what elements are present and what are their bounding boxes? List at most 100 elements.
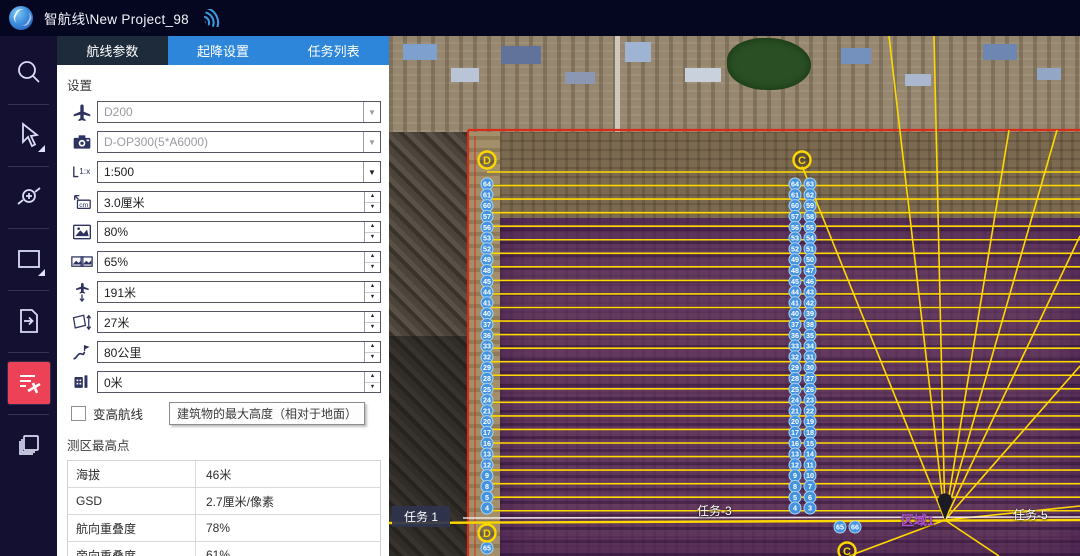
svg-text:28: 28 xyxy=(483,374,491,383)
svg-text:16: 16 xyxy=(483,439,491,448)
svg-text:10: 10 xyxy=(806,471,814,480)
draw-area-tool-button[interactable] xyxy=(0,228,57,290)
table-row: GSD 2.7厘米/像素 xyxy=(68,488,380,515)
svg-text:49: 49 xyxy=(791,255,799,264)
task-label-1[interactable]: 任务 1 xyxy=(392,506,450,527)
spinner-buttons[interactable]: ▲▼ xyxy=(364,372,380,392)
building-height-tooltip: 建筑物的最大高度（相对于地面） xyxy=(169,402,365,425)
transit-line xyxy=(945,130,1057,520)
tab-route-params[interactable]: 航线参数 xyxy=(57,36,168,65)
scale-select[interactable]: 1:500 ▼ xyxy=(97,161,381,183)
gsd-input[interactable]: 3.0厘米 ▲▼ xyxy=(97,191,381,213)
spinner-buttons[interactable]: ▲▼ xyxy=(364,192,380,212)
tool-sidebar xyxy=(0,36,57,556)
building-height-input[interactable]: 0米 ▲▼ xyxy=(97,371,381,393)
forward-overlap-input[interactable]: 80% ▲▼ xyxy=(97,221,381,243)
svg-text:9: 9 xyxy=(485,471,489,480)
search-tool-button[interactable] xyxy=(0,42,57,104)
terrain-height-input[interactable]: 27米 ▲▼ xyxy=(97,311,381,333)
svg-text:57: 57 xyxy=(791,212,799,221)
spinner-buttons[interactable]: ▲▼ xyxy=(364,222,380,242)
gsd-icon: cm xyxy=(67,192,97,212)
import-tool-button[interactable] xyxy=(0,290,57,352)
svg-text:22: 22 xyxy=(806,406,814,415)
svg-text:15: 15 xyxy=(806,439,814,448)
svg-text:64: 64 xyxy=(483,180,491,189)
field-building-height: 0米 ▲▼ xyxy=(67,371,381,393)
svg-text:13: 13 xyxy=(483,450,491,459)
svg-text:37: 37 xyxy=(791,320,799,329)
select-tool-button[interactable] xyxy=(0,104,57,166)
aircraft-select[interactable]: D200 ▼ xyxy=(97,101,381,123)
svg-text:26: 26 xyxy=(806,385,814,394)
svg-text:4: 4 xyxy=(485,504,489,513)
svg-text:38: 38 xyxy=(806,320,814,329)
svg-text:24: 24 xyxy=(483,396,491,405)
panel-tabs: 航线参数 起降设置 任务列表 xyxy=(57,36,389,65)
spinner-buttons[interactable]: ▲▼ xyxy=(364,282,380,302)
svg-text:40: 40 xyxy=(483,309,491,318)
dropdown-arrow-icon: ▼ xyxy=(363,102,380,122)
svg-text:62: 62 xyxy=(806,190,814,199)
variable-height-checkbox[interactable] xyxy=(71,406,86,421)
active-tool-highlight xyxy=(8,362,50,404)
panel-body: 设置 D200 ▼ D-OP300(5*A6000) ▼ xyxy=(57,65,389,556)
svg-text:32: 32 xyxy=(791,352,799,361)
signal-icon xyxy=(201,9,221,27)
task-label-3[interactable]: 任务-3 xyxy=(697,502,732,519)
window-title: 智航线\New Project_98 xyxy=(44,8,189,28)
svg-text:63: 63 xyxy=(806,180,814,189)
camera-select[interactable]: D-OP300(5*A6000) ▼ xyxy=(97,131,381,153)
area-label-1[interactable]: 区域1 xyxy=(901,510,934,529)
tab-task-list[interactable]: 任务列表 xyxy=(278,36,389,65)
svg-text:8: 8 xyxy=(793,482,797,491)
dropdown-arrow-icon: ▼ xyxy=(363,162,380,182)
transit-line xyxy=(889,36,945,520)
layers-tool-button[interactable] xyxy=(0,414,57,476)
svg-text:5: 5 xyxy=(793,493,797,502)
field-scale: 1:x 1:500 ▼ xyxy=(67,161,381,183)
field-camera: D-OP300(5*A6000) ▼ xyxy=(67,131,381,153)
route-edit-tool-button[interactable] xyxy=(0,352,57,414)
flight-altitude-input[interactable]: 191米 ▲▼ xyxy=(97,281,381,303)
spinner-buttons[interactable]: ▲▼ xyxy=(364,342,380,362)
svg-text:59: 59 xyxy=(806,201,814,210)
submenu-corner-icon xyxy=(38,269,45,276)
svg-text:5: 5 xyxy=(485,493,489,502)
transit-line xyxy=(934,36,945,520)
svg-text:7: 7 xyxy=(808,482,812,491)
svg-text:25: 25 xyxy=(483,385,491,394)
svg-text:cm: cm xyxy=(79,202,88,209)
camera-icon xyxy=(67,132,97,152)
terrain-height-icon xyxy=(67,312,97,332)
svg-text:43: 43 xyxy=(806,288,814,297)
svg-text:44: 44 xyxy=(791,288,799,297)
svg-text:D: D xyxy=(483,528,491,540)
svg-text:11: 11 xyxy=(806,460,814,469)
spinner-buttons[interactable]: ▲▼ xyxy=(364,252,380,272)
svg-text:12: 12 xyxy=(791,460,799,469)
svg-text:47: 47 xyxy=(806,266,814,275)
svg-text:36: 36 xyxy=(483,331,491,340)
svg-text:23: 23 xyxy=(806,396,814,405)
svg-text:60: 60 xyxy=(791,201,799,210)
svg-text:50: 50 xyxy=(806,255,814,264)
takeoff-pin[interactable] xyxy=(938,493,952,520)
task-label-5[interactable]: 任务-5 xyxy=(1013,506,1048,523)
side-overlap-input[interactable]: 65% ▲▼ xyxy=(97,251,381,273)
add-point-tool-button[interactable] xyxy=(0,166,57,228)
svg-text:55: 55 xyxy=(806,223,814,232)
spinner-buttons[interactable]: ▲▼ xyxy=(364,312,380,332)
forward-overlap-icon xyxy=(67,223,97,241)
svg-text:56: 56 xyxy=(483,223,491,232)
tab-takeoff-landing[interactable]: 起降设置 xyxy=(168,36,279,65)
svg-text:34: 34 xyxy=(806,342,814,351)
svg-text:51: 51 xyxy=(806,244,814,253)
route-length-input[interactable]: 80公里 ▲▼ xyxy=(97,341,381,363)
map-viewport[interactable]: 6461605756535249484544414037363332292825… xyxy=(389,36,1080,556)
svg-text:20: 20 xyxy=(791,417,799,426)
variable-height-row: 变高航线 建筑物的最大高度（相对于地面） xyxy=(67,401,381,425)
scale-icon: 1:x xyxy=(67,162,97,182)
svg-text:25: 25 xyxy=(791,385,799,394)
svg-text:13: 13 xyxy=(791,450,799,459)
